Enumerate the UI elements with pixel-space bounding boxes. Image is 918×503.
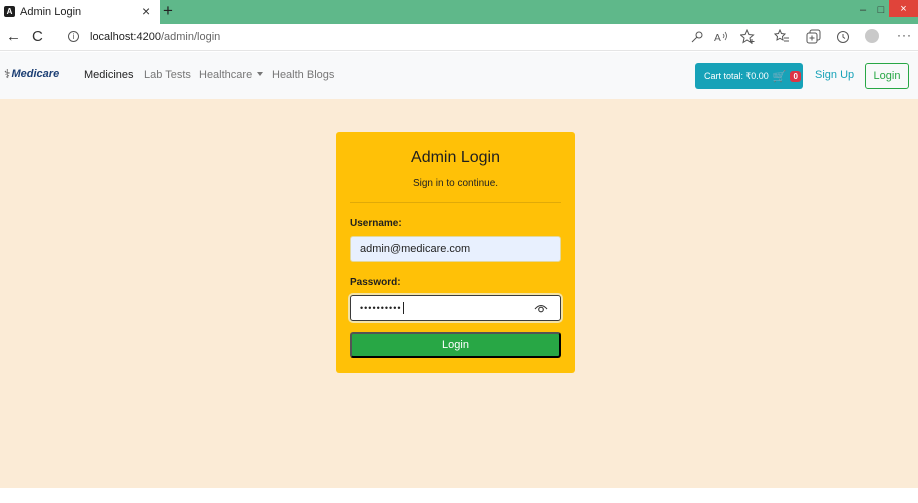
favorite-add-icon[interactable] [740, 29, 756, 45]
brand-name: Medicare [11, 68, 60, 80]
read-aloud-icon[interactable]: A [713, 30, 729, 44]
browser-tab-strip: A Admin Login × + – □ × [0, 0, 918, 24]
browser-tab-active[interactable]: A Admin Login × [0, 0, 160, 24]
cart-button[interactable]: Cart total: ₹0.00 🛒 0 [695, 63, 803, 89]
url-path: /admin/login [160, 31, 221, 43]
card-divider [350, 202, 561, 203]
brand-logo[interactable]: ⚕ Medicare [4, 67, 59, 81]
caduceus-icon: ⚕ [4, 67, 11, 81]
nav-link-healthcare[interactable]: Healthcare [199, 69, 264, 81]
nav-link-healthcare-label: Healthcare [199, 69, 253, 81]
cart-count-badge: 0 [790, 70, 801, 82]
cart-icon: 🛒 [772, 70, 787, 83]
svg-text:A: A [714, 33, 721, 44]
new-tab-icon[interactable]: + [163, 2, 173, 19]
text-cursor [402, 302, 404, 314]
eye-icon[interactable] [534, 301, 548, 315]
username-label: Username: [350, 218, 402, 229]
password-masked-value: •••••••••• [360, 303, 402, 313]
card-title: Admin Login [411, 149, 500, 166]
history-icon[interactable] [835, 29, 851, 45]
cart-total-label: Cart total: ₹0.00 [704, 70, 769, 81]
admin-login-card: Admin Login Sign in to continue. Usernam… [336, 132, 575, 373]
angular-favicon-icon: A [4, 6, 15, 17]
sign-up-link[interactable]: Sign Up [815, 69, 854, 81]
login-nav-button[interactable]: Login [865, 63, 909, 89]
window-close-icon[interactable]: × [889, 0, 918, 17]
password-label: Password: [350, 277, 401, 288]
url-host: localhost:4200 [90, 31, 161, 43]
window-maximize-icon[interactable]: □ [874, 3, 888, 17]
url-text[interactable]: localhost:4200/admin/login [90, 31, 220, 43]
card-subtitle: Sign in to continue. [412, 178, 499, 189]
profile-icon[interactable] [865, 29, 879, 43]
collections-icon[interactable] [806, 29, 822, 45]
more-icon[interactable]: ··· [897, 28, 912, 42]
nav-link-health-blogs[interactable]: Health Blogs [272, 69, 334, 81]
refresh-icon[interactable]: C [32, 29, 43, 44]
nav-link-medicines[interactable]: Medicines [84, 69, 134, 81]
back-icon[interactable]: ← [6, 29, 21, 44]
app-navbar: ⚕ Medicare Medicines Lab Tests Healthcar… [0, 52, 918, 99]
tab-title: Admin Login [20, 6, 82, 18]
nav-link-lab-tests[interactable]: Lab Tests [144, 69, 191, 81]
username-input[interactable]: admin@medicare.com [350, 236, 561, 262]
tab-close-icon[interactable]: × [142, 4, 150, 18]
password-input[interactable]: •••••••••• [350, 295, 561, 321]
favorites-icon[interactable] [774, 29, 790, 45]
key-icon[interactable] [690, 30, 704, 44]
info-icon[interactable]: i [68, 31, 79, 42]
login-submit-button[interactable]: Login [350, 332, 561, 358]
bottom-strip [0, 488, 918, 503]
window-minimize-icon[interactable]: – [856, 3, 870, 17]
chevron-down-icon [257, 72, 264, 76]
